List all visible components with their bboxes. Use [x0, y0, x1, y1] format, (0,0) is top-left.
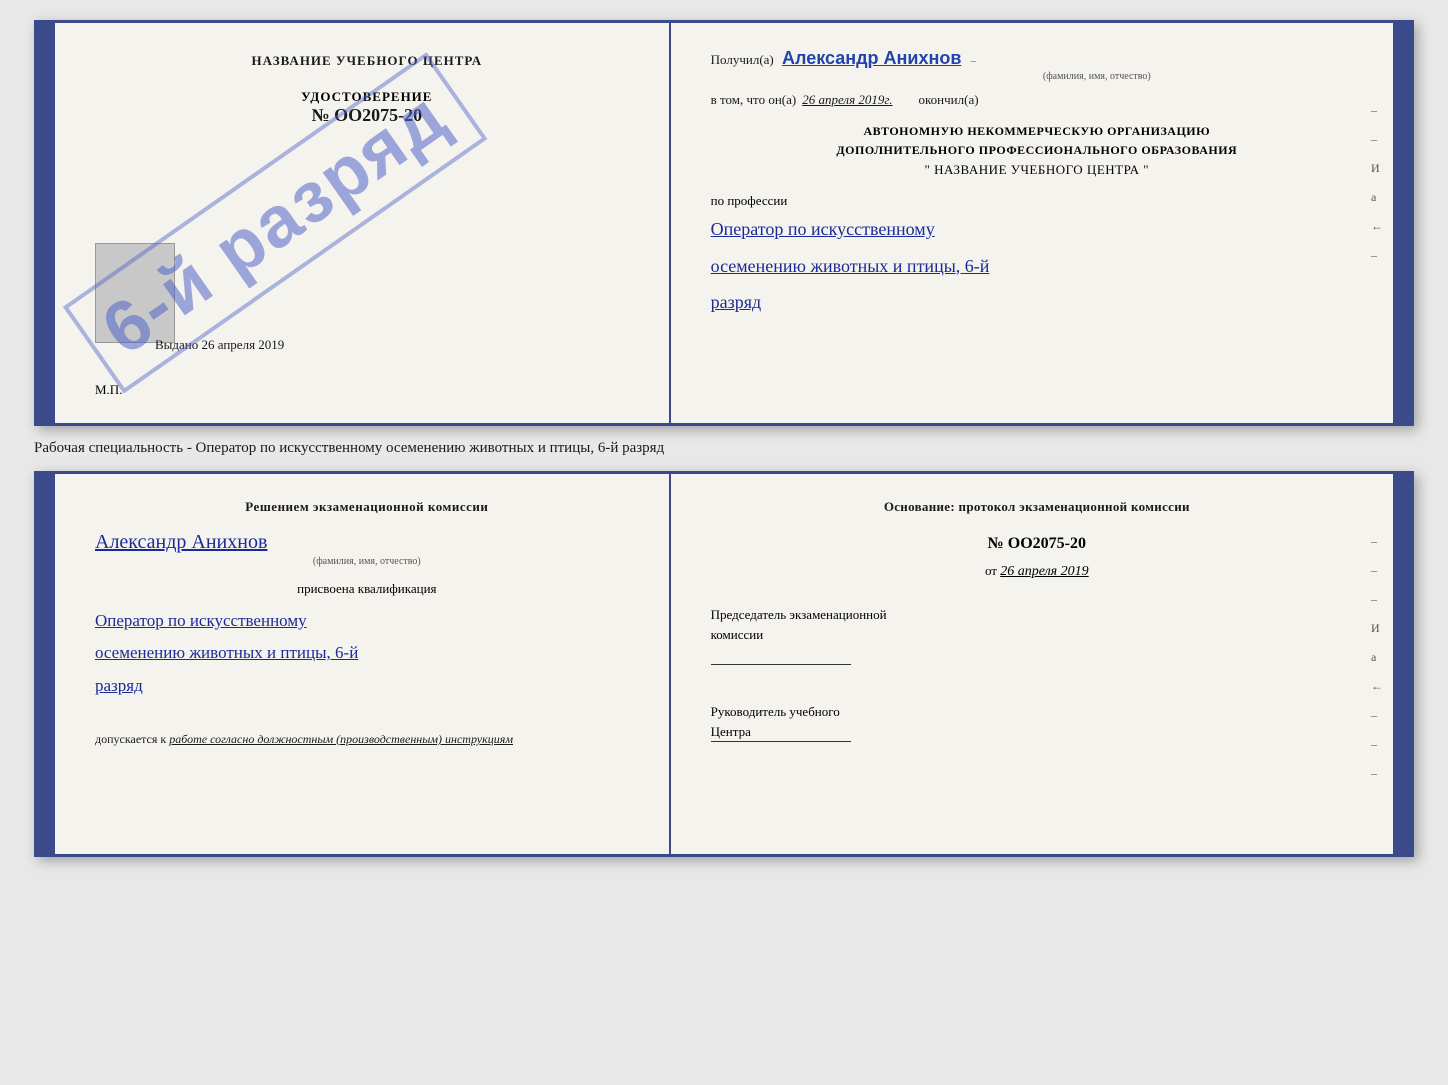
protocol-date-block: от 26 апреля 2019 [711, 563, 1363, 580]
profession-line1: Оператор по искусственному [711, 213, 1363, 245]
protocol-date-value: 26 апреля 2019 [1000, 564, 1088, 579]
rukovoditel-label: Руководитель учебного Центра [711, 702, 1363, 741]
cert-number-block: УДОСТОВЕРЕНИЕ № OO2075-20 [95, 89, 639, 126]
vtom-line: в том, что он(а) 26 апреля 2019г. окончи… [711, 92, 1363, 108]
bottom-right-panel: Основание: протокол экзаменационной коми… [671, 474, 1393, 854]
osnovanie-line: Основание: протокол экзаменационной коми… [711, 499, 1363, 515]
cert-center-title: НАЗВАНИЕ УЧЕБНОГО ЦЕНТРА [95, 53, 639, 69]
cert-right-panel: Получил(а) Александр Анихнов – (фамилия,… [671, 23, 1393, 423]
chairman-block: Председатель экзаменационной комиссии [711, 605, 1363, 686]
received-name-subtitle: (фамилия, имя, отчество) [831, 71, 1363, 82]
issued-label: Выдано [155, 337, 198, 352]
okonchil-label: окончил(а) [919, 92, 979, 108]
chairman-signature-line [711, 664, 851, 665]
org-block: АВТОНОМНУЮ НЕКОММЕРЧЕСКУЮ ОРГАНИЗАЦИЮ ДО… [711, 122, 1363, 181]
specialty-label: Рабочая специальность - Оператор по иску… [34, 434, 1414, 463]
bottom-left-panel: Решением экзаменационной комиссии Алекса… [55, 474, 671, 854]
person-name: Александр Анихнов [95, 531, 639, 554]
rukovoditel-line2: Центра [711, 724, 751, 739]
profession-line2: осеменению животных и птицы, 6-й [711, 250, 1363, 282]
protocol-number: № OO2075-20 [711, 535, 1363, 553]
received-line: Получил(а) Александр Анихнов – (фамилия,… [711, 48, 1363, 82]
top-certificate-book: НАЗВАНИЕ УЧЕБНОГО ЦЕНТРА УДОСТОВЕРЕНИЕ №… [34, 20, 1414, 426]
cert-number: № OO2075-20 [95, 105, 639, 126]
profession-line3: разряд [711, 286, 1363, 318]
received-name-dash: – [971, 55, 977, 67]
bottom-right-spine [1393, 474, 1411, 854]
qualification-line1: Оператор по искусственному [95, 605, 639, 637]
right-side-marks: – – И а ← – [1371, 103, 1383, 263]
qualification-line2: осеменению животных и птицы, 6-й [95, 637, 639, 669]
rukovoditel-block: Руководитель учебного Центра [711, 702, 1363, 763]
chairman-line2: комиссии [711, 627, 764, 642]
qualification-line3: разряд [95, 670, 639, 702]
ot-prefix: от [985, 563, 997, 578]
mp-label: М.П. [95, 382, 122, 398]
dopuskaetsya-prefix: допускается к [95, 732, 166, 746]
right-spine [1393, 23, 1411, 423]
rukovoditel-line1: Руководитель учебного [711, 704, 840, 719]
left-spine [37, 23, 55, 423]
dopuskaetsya-block: допускается к работе согласно должностны… [95, 732, 639, 747]
org-line3: " НАЗВАНИЕ УЧЕБНОГО ЦЕНТРА " [711, 160, 1363, 181]
received-prefix: Получил(а) [711, 52, 774, 67]
received-name: Александр Анихнов [782, 48, 961, 68]
bottom-right-side-marks: – – – И а ← – – – [1371, 534, 1383, 781]
issued-date-block: Выдано 26 апреля 2019 [155, 337, 284, 353]
org-line1: АВТОНОМНУЮ НЕКОММЕРЧЕСКУЮ ОРГАНИЗАЦИЮ [711, 122, 1363, 141]
person-name-subtitle: (фамилия, имя, отчество) [95, 556, 639, 567]
vtom-prefix: в том, что он(а) [711, 92, 797, 108]
bottom-qualification-block: Оператор по искусственному осеменению жи… [95, 605, 639, 702]
po-professii-label: по профессии [711, 193, 1363, 209]
document-container: НАЗВАНИЕ УЧЕБНОГО ЦЕНТРА УДОСТОВЕРЕНИЕ №… [34, 20, 1414, 857]
bottom-left-spine [37, 474, 55, 854]
profession-block: Оператор по искусственному осеменению жи… [711, 213, 1363, 318]
chairman-line1: Председатель экзаменационной [711, 607, 887, 622]
vtom-date: 26 апреля 2019г. [802, 92, 892, 108]
dopuskaetsya-text: работе согласно должностным (производств… [169, 732, 513, 746]
prisvoena-line: присвоена квалификация [95, 581, 639, 597]
issued-date-value: 26 апреля 2019 [202, 337, 285, 352]
bottom-certificate-book: Решением экзаменационной комиссии Алекса… [34, 471, 1414, 857]
cert-left-panel: НАЗВАНИЕ УЧЕБНОГО ЦЕНТРА УДОСТОВЕРЕНИЕ №… [55, 23, 671, 423]
resheniem-line: Решением экзаменационной комиссии [95, 499, 639, 515]
photo-placeholder [95, 243, 175, 343]
udostoverenie-label: УДОСТОВЕРЕНИЕ [95, 89, 639, 105]
org-line2: ДОПОЛНИТЕЛЬНОГО ПРОФЕССИОНАЛЬНОГО ОБРАЗО… [711, 141, 1363, 160]
chairman-label: Председатель экзаменационной комиссии [711, 605, 1363, 644]
rukovoditel-signature-line [711, 741, 851, 742]
